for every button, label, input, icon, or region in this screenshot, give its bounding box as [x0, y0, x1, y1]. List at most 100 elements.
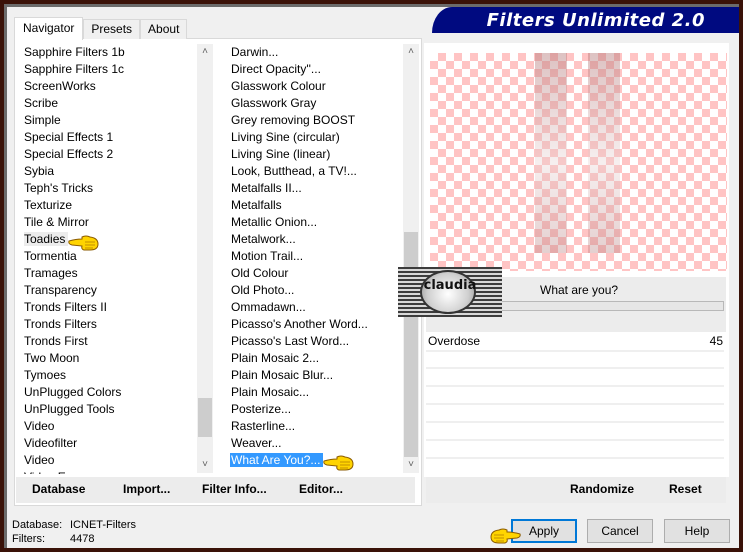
category-item[interactable]: Simple: [21, 112, 195, 129]
database-button[interactable]: Database: [32, 482, 85, 496]
pointing-hand-icon: [323, 455, 354, 471]
category-item[interactable]: UnPlugged Colors: [21, 384, 195, 401]
filter-item-label: Picasso's Last Word...: [231, 334, 350, 348]
category-item[interactable]: Video: [21, 418, 195, 435]
filter-item[interactable]: Glasswork Gray: [228, 95, 404, 112]
reset-button[interactable]: Reset: [669, 482, 702, 496]
filter-item[interactable]: Posterize...: [228, 401, 404, 418]
filter-item[interactable]: Old Colour: [228, 265, 404, 282]
cancel-button[interactable]: Cancel: [587, 519, 653, 543]
filter-item[interactable]: Motion Trail...: [228, 248, 404, 265]
scroll-down-icon[interactable]: ˅: [197, 457, 213, 473]
filter-item[interactable]: Plain Mosaic...: [228, 384, 404, 401]
filter-item-label: Ommadawn...: [231, 300, 306, 314]
filter-item-label: Glasswork Gray: [231, 96, 317, 110]
filter-item-label: Glasswork Colour: [231, 79, 326, 93]
category-item-label: Scribe: [24, 96, 59, 110]
category-item-label: Tramages: [24, 266, 78, 280]
category-item[interactable]: Sapphire Filters 1c: [21, 61, 195, 78]
category-item-label: Two Moon: [24, 351, 80, 365]
category-item[interactable]: Toadies: [21, 231, 195, 248]
filter-list[interactable]: Darwin... Direct Opacity''... Glasswork Co…: [228, 44, 404, 474]
category-item-label: Sapphire Filters 1c: [24, 62, 125, 76]
scroll-up-icon[interactable]: ˄: [197, 44, 213, 60]
filter-item[interactable]: Plain Mosaic Blur...: [228, 367, 404, 384]
category-item-label: Transparency: [24, 283, 97, 297]
randomize-button[interactable]: Randomize: [570, 482, 634, 496]
filter-item[interactable]: Picasso's Another Word...: [228, 316, 404, 333]
filter-item[interactable]: Picasso's Last Word...: [228, 333, 404, 350]
category-scrollbar[interactable]: ˄ ˅: [197, 44, 213, 473]
filter-item-label: Direct Opacity''...: [231, 62, 321, 76]
filter-item[interactable]: Living Sine (linear): [228, 146, 404, 163]
filter-item-label: Picasso's Another Word...: [231, 317, 368, 331]
category-item[interactable]: Texturize: [21, 197, 195, 214]
scroll-up-icon[interactable]: ˄: [403, 44, 419, 60]
category-item[interactable]: Videofilter: [21, 435, 195, 452]
category-item[interactable]: Special Effects 1: [21, 129, 195, 146]
filter-title: What are you?: [540, 283, 619, 297]
editor-button[interactable]: Editor...: [299, 482, 343, 496]
filter-item[interactable]: Metallic Onion...: [228, 214, 404, 231]
category-list[interactable]: Sapphire Filters 1b Sapphire Filters 1c Sc…: [21, 44, 195, 474]
category-item[interactable]: Tronds Filters II: [21, 299, 195, 316]
filter-item-label: Darwin...: [231, 45, 279, 59]
filter-item[interactable]: Direct Opacity''...: [228, 61, 404, 78]
filter-item[interactable]: Darwin...: [228, 44, 404, 61]
category-item[interactable]: Sybia: [21, 163, 195, 180]
scrollbar-thumb[interactable]: [198, 398, 212, 437]
filter-item[interactable]: Plain Mosaic 2...: [228, 350, 404, 367]
filter-item[interactable]: Metalfalls: [228, 197, 404, 214]
filter-item[interactable]: Metalfalls II...: [228, 180, 404, 197]
parameter-slot: [426, 350, 724, 352]
filter-item[interactable]: Metalwork...: [228, 231, 404, 248]
category-item[interactable]: Sapphire Filters 1b: [21, 44, 195, 61]
filter-item[interactable]: Rasterline...: [228, 418, 404, 435]
category-item-label: UnPlugged Colors: [24, 385, 122, 399]
category-item[interactable]: Tormentia: [21, 248, 195, 265]
category-item[interactable]: Tramages: [21, 265, 195, 282]
scroll-down-icon[interactable]: ˅: [403, 457, 419, 473]
parameter-slider-overdose[interactable]: Overdose 45: [426, 332, 726, 349]
filter-item[interactable]: Living Sine (circular): [228, 129, 404, 146]
category-item[interactable]: Tronds First: [21, 333, 195, 350]
filter-item[interactable]: What Are You?...: [228, 452, 404, 469]
filter-item[interactable]: Ommadawn...: [228, 299, 404, 316]
filter-item[interactable]: Weaver...: [228, 435, 404, 452]
filter-item-label: Look, Butthead, a TV!...: [231, 164, 357, 178]
status-database: Database: ICNET-Filters: [12, 519, 136, 531]
filter-scrollbar[interactable]: ˄ ˅: [403, 44, 419, 473]
category-item[interactable]: Scribe: [21, 95, 195, 112]
category-item[interactable]: Tile & Mirror: [21, 214, 195, 231]
category-item[interactable]: ScreenWorks: [21, 78, 195, 95]
category-item[interactable]: Teph's Tricks: [21, 180, 195, 197]
filter-item[interactable]: Grey removing BOOST: [228, 112, 404, 129]
category-item[interactable]: Two Moon: [21, 350, 195, 367]
category-item-label: Sapphire Filters 1b: [24, 45, 125, 59]
import-button[interactable]: Import...: [123, 482, 170, 496]
tab-presets[interactable]: Presets: [83, 19, 141, 39]
category-item[interactable]: Tronds Filters: [21, 316, 195, 333]
category-item-label: Teph's Tricks: [24, 181, 93, 195]
category-item-label: Tymoes: [24, 368, 67, 382]
filter-item-label: Living Sine (linear): [231, 147, 331, 161]
filter-item[interactable]: Glasswork Colour: [228, 78, 404, 95]
category-item[interactable]: Video Ex: [21, 469, 195, 474]
category-item[interactable]: UnPlugged Tools: [21, 401, 195, 418]
filter-item[interactable]: Old Photo...: [228, 282, 404, 299]
tab-navigator[interactable]: Navigator: [14, 17, 84, 40]
tab-bar: Navigator Presets About: [14, 17, 188, 40]
status-filters-label: Filters:: [12, 533, 45, 545]
help-button[interactable]: Help: [664, 519, 730, 543]
tab-about[interactable]: About: [140, 19, 188, 39]
category-item[interactable]: Tymoes: [21, 367, 195, 384]
category-item[interactable]: Special Effects 2: [21, 146, 195, 163]
parameter-slot: [426, 403, 724, 405]
filter-item-label: Metalfalls: [231, 198, 282, 212]
filter-info-button[interactable]: Filter Info...: [202, 482, 267, 496]
scrollbar-thumb[interactable]: [404, 232, 418, 457]
filter-item[interactable]: Look, Butthead, a TV!...: [228, 163, 404, 180]
category-item[interactable]: Video: [21, 452, 195, 469]
category-item-label: Tronds First: [24, 334, 88, 348]
category-item[interactable]: Transparency: [21, 282, 195, 299]
